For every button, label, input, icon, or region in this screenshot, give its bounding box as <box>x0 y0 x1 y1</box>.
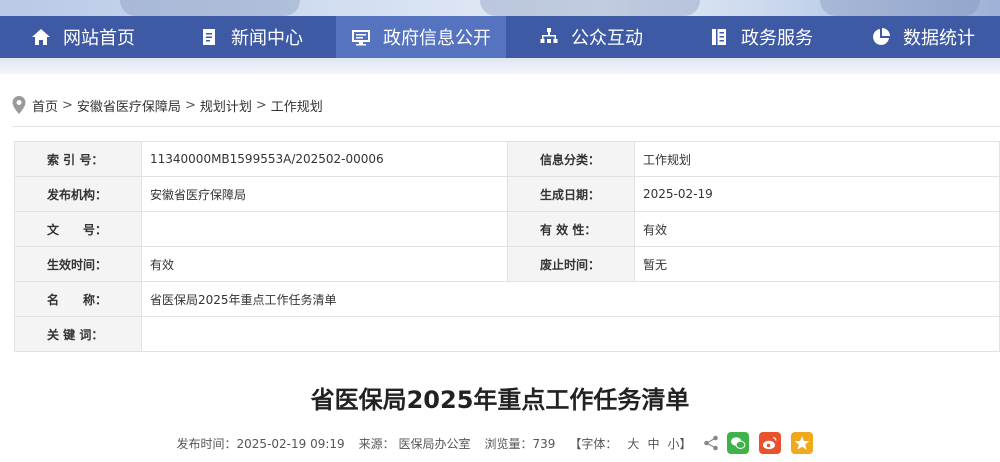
table-row: 名 称： 省医保局2025年重点工作任务清单 <box>14 281 1000 317</box>
index-value: 11340000MB1599553A/202502-00006 <box>141 141 508 177</box>
effective-label: 生效时间： <box>14 246 142 282</box>
keywords-label: 关 键 词： <box>14 316 142 352</box>
location-pin-icon <box>12 96 26 114</box>
font-size-label: 【字体： <box>569 436 618 451</box>
name-label: 名 称： <box>14 281 142 317</box>
article-title: 省医保局2025年重点工作任务清单 <box>310 386 690 414</box>
breadcrumb-bureau[interactable]: 安徽省医疗保障局 <box>77 96 181 115</box>
name-value: 省医保局2025年重点工作任务清单 <box>141 281 1000 317</box>
validity-label: 有 效 性： <box>507 211 635 247</box>
publish-time: 发布时间：2025-02-19 09:19 <box>176 436 345 451</box>
breadcrumb-separator: > <box>62 97 73 113</box>
table-row: 文 号： 有 效 性： 有效 <box>14 211 1000 247</box>
table-row: 生效时间： 有效 废止时间： 暂无 <box>14 246 1000 282</box>
date-value: 2025-02-19 <box>634 176 1000 212</box>
breadcrumb-separator: > <box>255 97 267 113</box>
index-label: 索 引 号： <box>14 141 142 177</box>
table-row: 索 引 号： 11340000MB1599553A/202502-00006 信… <box>14 141 1000 177</box>
effective-value: 有效 <box>141 246 508 282</box>
font-size-large[interactable]: 大 <box>627 435 639 452</box>
article-meta: 发布时间：2025-02-19 09:19 来源： 医保局办公室 浏览量：739… <box>0 432 1000 454</box>
document-info-table: 索 引 号： 11340000MB1599553A/202502-00006 信… <box>14 141 1000 352</box>
breadcrumb-plans[interactable]: 规划计划 <box>200 96 252 115</box>
nav-label: 新闻中心 <box>231 28 303 49</box>
article-source: 来源： 医保局办公室 <box>358 436 471 451</box>
nav-label: 公众互动 <box>571 28 643 49</box>
nav-shadow <box>0 58 1000 74</box>
home-icon <box>32 29 50 45</box>
divider <box>12 126 1000 127</box>
weibo-share-button[interactable] <box>759 432 782 454</box>
share-icon[interactable] <box>703 435 719 451</box>
list-icon <box>712 29 726 45</box>
nav-item-gov-info[interactable]: 政府信息公开 <box>336 16 506 58</box>
date-label: 生成日期： <box>507 176 635 212</box>
document-icon <box>203 29 215 45</box>
category-value: 工作规划 <box>634 141 1000 177</box>
font-size-medium[interactable]: 中 <box>647 435 659 452</box>
nav-item-news[interactable]: 新闻中心 <box>166 16 336 58</box>
monitor-icon <box>352 30 370 46</box>
nav-label: 网站首页 <box>63 28 135 49</box>
breadcrumb-separator: > <box>184 97 196 113</box>
expire-value: 暂无 <box>634 246 1000 282</box>
table-row: 关 键 词： <box>14 316 1000 352</box>
wechat-icon <box>731 437 746 449</box>
star-icon <box>795 436 810 450</box>
top-banner <box>0 0 1000 16</box>
favorite-button[interactable] <box>791 432 814 454</box>
wechat-share-button[interactable] <box>727 432 750 454</box>
validity-value: 有效 <box>634 211 1000 247</box>
pie-chart-icon <box>873 28 890 45</box>
nav-item-interaction[interactable]: 公众互动 <box>506 16 676 58</box>
nav-item-home[interactable]: 网站首页 <box>0 16 166 58</box>
nav-label: 政务服务 <box>741 28 813 49</box>
breadcrumb-work-plan[interactable]: 工作规划 <box>271 96 323 115</box>
table-row: 发布机构： 安徽省医疗保障局 生成日期： 2025-02-19 <box>14 176 1000 212</box>
expire-label: 废止时间： <box>507 246 635 282</box>
nav-item-statistics[interactable]: 数据统计 <box>846 16 1000 58</box>
weibo-icon <box>763 437 777 450</box>
view-count: 浏览量：739 <box>484 436 556 451</box>
docno-label: 文 号： <box>14 211 142 247</box>
publisher-label: 发布机构： <box>14 176 142 212</box>
category-label: 信息分类： <box>507 141 635 177</box>
nav-label: 数据统计 <box>903 28 975 49</box>
publisher-value: 安徽省医疗保障局 <box>141 176 508 212</box>
breadcrumb: 首页 > 安徽省医疗保障局 > 规划计划 > 工作规划 <box>12 94 323 116</box>
breadcrumb-home[interactable]: 首页 <box>32 96 58 115</box>
nav-label: 政府信息公开 <box>383 28 491 49</box>
main-nav: 网站首页 新闻中心 政府信息公开 公众互动 政务服务 数据统计 <box>0 16 1000 58</box>
nav-item-services[interactable]: 政务服务 <box>676 16 846 58</box>
keywords-value <box>141 316 1000 352</box>
font-size-small[interactable]: 小】 <box>667 435 691 452</box>
docno-value <box>141 211 508 247</box>
network-icon <box>540 28 558 43</box>
